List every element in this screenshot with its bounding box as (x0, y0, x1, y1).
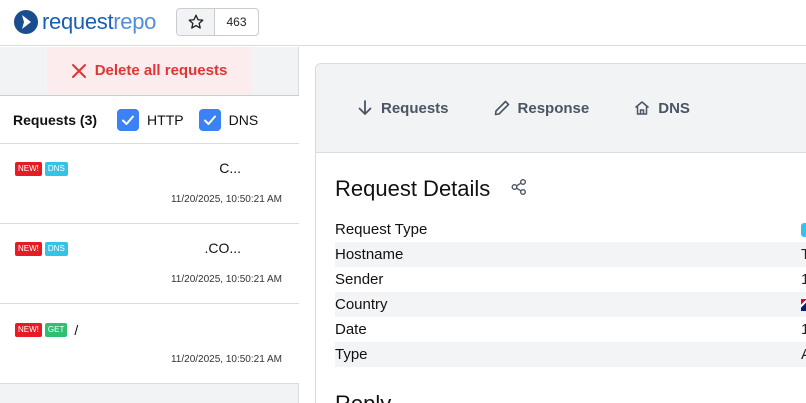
tab-dns[interactable]: DNS (633, 99, 690, 117)
new-badge: NEW! (15, 162, 42, 176)
detail-value: 1 (801, 321, 806, 338)
detail-key: Date (335, 321, 367, 338)
request-list-item[interactable]: NEW! GET / 11/20/2025, 10:50:21 AM (0, 304, 299, 384)
detail-row-request-type: Request Type (335, 217, 806, 242)
tab-requests[interactable]: Requests (356, 99, 449, 117)
detail-value: 1 (801, 271, 806, 288)
github-star-button[interactable]: 463 (176, 8, 259, 36)
tab-response-label: Response (517, 99, 590, 117)
filter-dns-checkbox[interactable]: DNS (198, 108, 259, 131)
new-badge: NEW! (15, 323, 42, 337)
detail-key: Country (335, 296, 388, 313)
request-list-item[interactable]: NEW! DNS .CO... 11/20/2025, 10:50:21 AM (0, 224, 299, 304)
request-timestamp: 11/20/2025, 10:50:21 AM (170, 274, 282, 285)
request-filter-bar: Requests (3) HTTP DNS (0, 95, 299, 144)
request-details-table: Request Type Hostname T Sender 1 Country… (335, 217, 806, 367)
detail-row-type: Type A (335, 342, 806, 367)
top-bar: requestrepo 463 (0, 0, 806, 46)
tab-dns-label: DNS (658, 99, 690, 117)
request-details-title: Request Details (335, 176, 491, 201)
detail-row-country: Country (335, 292, 806, 317)
detail-row-date: Date 1 (335, 317, 806, 342)
star-count: 463 (226, 15, 247, 29)
detail-value: A (801, 346, 806, 363)
close-icon (71, 63, 86, 78)
request-name: C... (219, 160, 241, 176)
detail-key: Request Type (335, 221, 428, 238)
delete-all-requests-label: Delete all requests (94, 62, 228, 79)
main-tabs: Requests Response DNS (316, 64, 806, 153)
tab-response[interactable]: Response (493, 99, 590, 117)
logo-text-repo: repo (113, 9, 157, 34)
sidebar: Delete all requests Requests (3) HTTP DN… (0, 47, 299, 403)
request-path: / (74, 322, 79, 338)
request-name: .CO... (204, 240, 241, 256)
pencil-icon (494, 100, 509, 116)
new-badge: NEW! (15, 242, 42, 256)
home-icon (635, 101, 650, 115)
country-flag-icon (801, 298, 806, 311)
request-type-chip (801, 222, 806, 237)
logo-icon (14, 10, 38, 34)
logo[interactable]: requestrepo (14, 9, 156, 35)
detail-key: Sender (335, 271, 384, 288)
detail-value: T (801, 246, 806, 263)
share-icon[interactable] (510, 176, 528, 202)
request-timestamp: 11/20/2025, 10:50:21 AM (170, 354, 282, 365)
request-method-badge: GET (44, 323, 68, 337)
request-list-item[interactable]: NEW! DNS C... 11/20/2025, 10:50:21 AM (0, 144, 299, 224)
detail-row-hostname: Hostname T (335, 242, 806, 267)
detail-key: Type (335, 346, 368, 363)
request-list: NEW! DNS C... 11/20/2025, 10:50:21 AM NE… (0, 144, 299, 384)
delete-all-requests-button[interactable]: Delete all requests (47, 47, 251, 94)
filter-http-checkbox[interactable]: HTTP (117, 108, 184, 131)
star-icon (177, 9, 215, 35)
request-type-badge: DNS (44, 162, 68, 176)
logo-text-request: request (42, 9, 114, 34)
reply-section-title: Reply (335, 391, 391, 403)
filter-dns-label: DNS (228, 111, 259, 128)
main-panel: Requests Response DNS Request Details Re… (315, 63, 806, 403)
request-type-badge: DNS (44, 242, 68, 256)
checkbox-checked-icon (198, 108, 221, 131)
filter-http-label: HTTP (147, 111, 184, 128)
arrow-down-icon (358, 100, 372, 115)
detail-row-sender: Sender 1 (335, 267, 806, 292)
checkbox-checked-icon (117, 108, 140, 131)
tab-requests-label: Requests (381, 99, 449, 117)
request-timestamp: 11/20/2025, 10:50:21 AM (170, 194, 282, 205)
requests-count-label: Requests (3) (13, 111, 98, 128)
detail-key: Hostname (335, 246, 404, 263)
